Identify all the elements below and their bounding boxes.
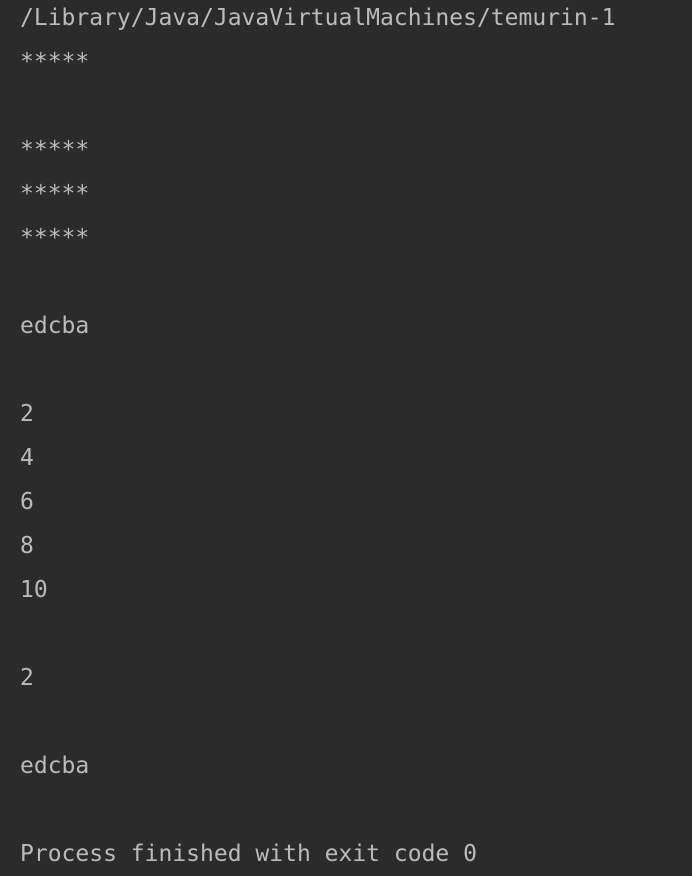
output-line: 10	[20, 577, 48, 603]
process-exit-message: Process finished with exit code 0	[20, 841, 477, 867]
run-console[interactable]: /Library/Java/JavaVirtualMachines/temuri…	[0, 0, 692, 876]
output-line: 8	[20, 533, 34, 559]
console-output: /Library/Java/JavaVirtualMachines/temuri…	[20, 0, 692, 876]
output-line: *****	[20, 225, 90, 251]
output-line: 2	[20, 665, 34, 691]
output-line: edcba	[20, 313, 90, 339]
output-line: 4	[20, 445, 34, 471]
output-line: *****	[20, 137, 90, 163]
command-line: /Library/Java/JavaVirtualMachines/temuri…	[20, 5, 616, 31]
output-line: 6	[20, 489, 34, 515]
output-line: edcba	[20, 753, 90, 779]
output-line: 2	[20, 401, 34, 427]
output-line: *****	[20, 49, 90, 75]
output-line: *****	[20, 181, 90, 207]
